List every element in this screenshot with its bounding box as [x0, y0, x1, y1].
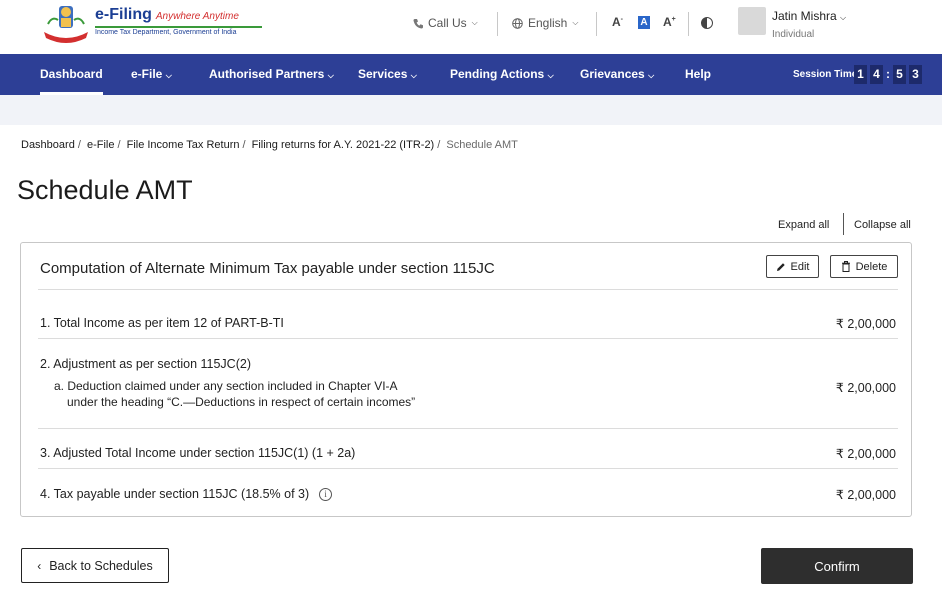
back-to-schedules-button[interactable]: ‹ Back to Schedules: [21, 548, 169, 583]
row-3-label: 3. Adjusted Total Income under section 1…: [40, 446, 356, 460]
logo-tagline: Anywhere Anytime: [155, 11, 239, 22]
row-3-value: ₹ 2,00,000: [835, 447, 896, 461]
expand-collapse-divider: [843, 213, 844, 235]
breadcrumb-current: Schedule AMT: [446, 139, 518, 151]
chevron-down-icon: ⌵: [840, 13, 847, 22]
nav-pending-actions[interactable]: Pending Actions ⌵: [450, 67, 554, 81]
font-increase-button[interactable]: A+: [663, 15, 676, 29]
call-us-dropdown[interactable]: Call Us ⌵: [413, 16, 478, 30]
row-1-value: ₹ 2,00,000: [835, 317, 896, 331]
avatar[interactable]: [738, 7, 766, 35]
language-label: English: [528, 16, 568, 30]
page-title: Schedule AMT: [17, 175, 193, 205]
call-us-label: Call Us: [428, 16, 467, 30]
chevron-down-icon: ⌵: [547, 71, 554, 80]
header-divider: [596, 12, 597, 36]
national-emblem-icon: [44, 6, 88, 43]
row-2a-label: a. Deduction claimed under any section i…: [54, 378, 415, 410]
efiling-logo[interactable]: e-Filing Anywhere Anytime Income Tax Depa…: [40, 2, 262, 46]
edit-label: Edit: [790, 260, 810, 273]
divider: [38, 428, 898, 429]
breadcrumb-efile[interactable]: e-File: [87, 139, 115, 151]
nav-help[interactable]: Help: [685, 67, 711, 81]
nav-authorised-partners[interactable]: Authorised Partners ⌵: [209, 67, 334, 81]
row-2-value: ₹ 2,00,000: [835, 381, 896, 395]
chevron-down-icon: ⌵: [410, 71, 417, 80]
language-dropdown[interactable]: English ⌵: [512, 16, 578, 30]
top-header: e-Filing Anywhere Anytime Income Tax Depa…: [0, 0, 942, 52]
breadcrumb: Dashboard / e-File / File Income Tax Retur…: [21, 139, 518, 151]
back-label: Back to Schedules: [49, 558, 153, 573]
session-time-label: Session Time: [793, 69, 858, 80]
delete-label: Delete: [855, 260, 888, 273]
divider: [38, 338, 898, 339]
collapse-all-link[interactable]: Collapse all: [854, 219, 911, 231]
font-decrease-button[interactable]: A-: [612, 15, 623, 29]
session-digit: 1: [854, 65, 867, 84]
row-2a-line1: a. Deduction claimed under any section i…: [54, 379, 398, 393]
nav-grievances[interactable]: Grievances ⌵: [580, 67, 654, 81]
row-4-label: 4. Tax payable under section 115JC (18.5…: [40, 487, 310, 501]
divider: [38, 468, 898, 469]
trash-icon: [841, 261, 850, 272]
breadcrumb-dashboard[interactable]: Dashboard: [21, 139, 75, 151]
chevron-down-icon: ⌵: [648, 71, 655, 80]
row-4: 4. Tax payable under section 115JC (18.5…: [40, 487, 333, 502]
delete-button[interactable]: Delete: [830, 255, 898, 278]
row-2a-line2: under the heading “C.—Deductions in resp…: [67, 395, 416, 409]
session-timer: 1 4 : 5 3: [854, 65, 922, 84]
globe-icon: [512, 17, 523, 29]
session-digit: 3: [909, 65, 922, 84]
phone-icon: [413, 18, 423, 28]
amt-computation-card: Computation of Alternate Minimum Tax pay…: [20, 242, 912, 517]
breadcrumb-file-itr[interactable]: File Income Tax Return: [127, 139, 240, 151]
chevron-down-icon: ⌵: [572, 18, 579, 27]
header-divider: [688, 12, 689, 36]
row-1-label: 1. Total Income as per item 12 of PART-B…: [40, 316, 284, 330]
logo-title: e-Filing Anywhere Anytime: [95, 6, 239, 23]
confirm-button[interactable]: Confirm: [761, 548, 913, 584]
header-divider: [497, 12, 498, 36]
divider: [38, 289, 898, 290]
chevron-left-icon: ‹: [37, 558, 42, 573]
user-name: Jatin Mishra: [772, 9, 837, 23]
chevron-down-icon: ⌵: [471, 18, 478, 27]
session-digit: 5: [893, 65, 906, 84]
nav-spacer: [0, 95, 942, 125]
info-icon[interactable]: i: [319, 488, 333, 502]
row-2-label: 2. Adjustment as per section 115JC(2): [40, 357, 251, 371]
user-menu[interactable]: Jatin Mishra ⌵: [772, 9, 846, 23]
row-4-value: ₹ 2,00,000: [835, 488, 896, 502]
logo-underline: [95, 26, 262, 28]
main-nav: Dashboard e-File ⌵ Authorised Partners ⌵…: [0, 54, 942, 95]
breadcrumb-filing-returns[interactable]: Filing returns for A.Y. 2021-22 (ITR-2): [252, 139, 435, 151]
nav-efile[interactable]: e-File ⌵: [131, 67, 172, 81]
nav-dashboard[interactable]: Dashboard: [40, 67, 103, 95]
user-role: Individual: [772, 29, 815, 40]
font-normal-button[interactable]: A: [638, 16, 650, 29]
expand-all-link[interactable]: Expand all: [778, 219, 829, 231]
nav-services[interactable]: Services ⌵: [358, 67, 417, 81]
session-colon: :: [886, 67, 890, 81]
card-title: Computation of Alternate Minimum Tax pay…: [40, 260, 495, 277]
edit-button[interactable]: Edit: [766, 255, 819, 278]
logo-subtitle: Income Tax Department, Government of Ind…: [95, 29, 237, 36]
chevron-down-icon: ⌵: [165, 71, 172, 80]
pencil-icon: [776, 262, 785, 271]
session-digit: 4: [870, 65, 883, 84]
chevron-down-icon: ⌵: [327, 71, 334, 80]
contrast-icon[interactable]: [701, 17, 713, 29]
